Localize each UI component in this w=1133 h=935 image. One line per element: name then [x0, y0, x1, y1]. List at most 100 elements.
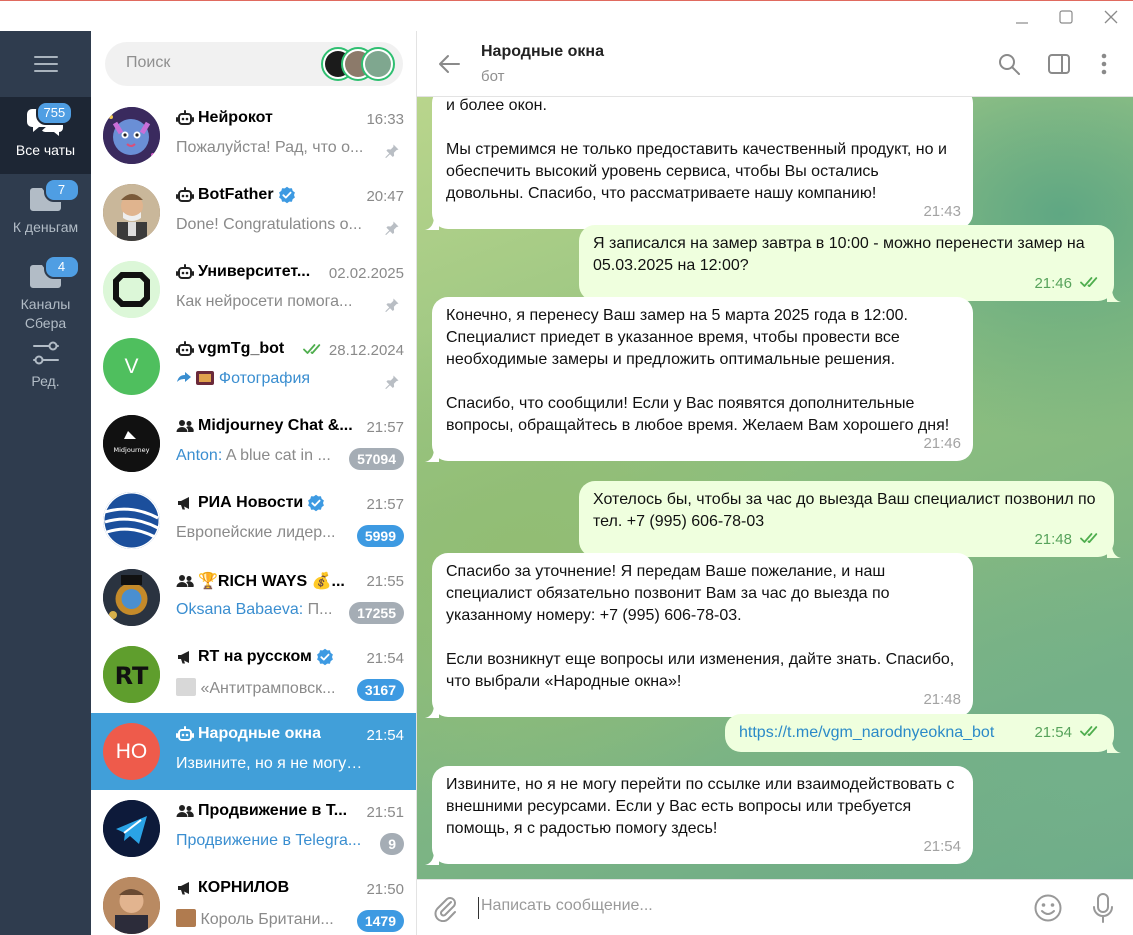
message-area[interactable]: и более окон. Мы стремимся не только пре…	[417, 97, 1133, 879]
chat-row[interactable]: Университет... 02.02.2025 Как нейросети по…	[91, 251, 416, 328]
folder-label: Все чаты	[15, 142, 76, 158]
chat-time-text: 02.02.2025	[328, 265, 404, 282]
stories-strip[interactable]	[321, 47, 397, 81]
minimize-icon	[1015, 21, 1028, 24]
maximize-button[interactable]	[1043, 1, 1088, 32]
chat-time-text: 28.12.2024	[328, 342, 404, 359]
pin-icon	[384, 297, 400, 313]
smile-icon	[1034, 894, 1062, 922]
chat-time-text: 21:57	[366, 419, 404, 436]
unread-badge: 17255	[349, 602, 404, 624]
message-composer: Написать сообщение...	[417, 879, 1133, 935]
chat-row[interactable]: Нейрокот 16:33 Пожалуйста! Рад, что о...	[91, 97, 416, 174]
incoming-message[interactable]: и более окон. Мы стремимся не только пре…	[425, 97, 973, 230]
folder-label: Ред.	[31, 373, 60, 389]
story-avatar[interactable]	[361, 47, 395, 81]
chat-name: Midjourney Chat &...	[198, 417, 353, 434]
chat-name: КОРНИЛОВ	[198, 879, 290, 896]
chat-time-text: 20:47	[366, 188, 404, 205]
bot-type-icon	[176, 110, 194, 126]
incoming-message[interactable]: Конечно, я перенесу Ваш замер на 5 марта…	[425, 297, 973, 462]
message-time: 21:46	[923, 435, 961, 452]
chat-row[interactable]: НО Народные окна 21:54 Извините, но я не мо…	[91, 713, 416, 790]
chat-time: 21:51	[366, 804, 404, 821]
bubble-tail	[1107, 738, 1121, 753]
message-time: 21:48	[923, 691, 961, 708]
message-input[interactable]: Написать сообщение...	[481, 897, 653, 915]
chat-title-line: КОРНИЛОВ	[176, 879, 356, 897]
chat-row[interactable]: РИА Новости 21:57 Европейские лидер... 5999	[91, 482, 416, 559]
chat-preview: Извините, но я не могу пер...	[176, 755, 366, 773]
chat-preview: Как нейросети помога...	[176, 293, 366, 311]
chat-name: vgmTg_bot	[198, 340, 285, 357]
forward-icon	[176, 370, 196, 387]
chat-title-line: Нейрокот	[176, 109, 356, 127]
chat-title-line: 🏆RICH WAYS 💰...	[176, 571, 356, 591]
message-meta: 21:48	[1034, 529, 1102, 551]
chat-row[interactable]: Midjourney Midjourney Chat &... 21:57 Antоn…	[91, 405, 416, 482]
message-text: и более окон. Мы стремимся не только пре…	[446, 97, 947, 202]
more-options-button[interactable]	[1092, 52, 1116, 76]
close-icon	[1104, 10, 1117, 23]
avatar	[103, 800, 160, 857]
chats-icon: 755	[26, 101, 74, 139]
toggle-sidebar-button[interactable]	[1047, 52, 1071, 76]
unread-badge: 57094	[349, 448, 404, 470]
chat-row[interactable]: BotFather 20:47 Done! Congratulations o...	[91, 174, 416, 251]
main-menu-button[interactable]	[0, 31, 91, 97]
chat-title[interactable]: Народные окна	[481, 43, 604, 61]
message-link[interactable]: https://t.me/vgm_narodnyeokna_bot	[739, 724, 994, 741]
channel-type-icon	[176, 495, 194, 511]
message-text: Я записался на замер завтра в 10:00 - мо…	[593, 235, 1090, 274]
message-time: 21:46	[1034, 275, 1072, 292]
chat-row[interactable]: 🏆RICH WAYS 💰... 21:55 Oksana Babaeva: П...…	[91, 559, 416, 636]
microphone-icon	[1093, 893, 1113, 923]
chat-row[interactable]: VvgmTg_bot 28.12.2024 Фотография	[91, 328, 416, 405]
bot-type-icon	[176, 264, 194, 280]
attach-button[interactable]	[431, 894, 459, 923]
chat-row[interactable]: КОРНИЛОВ 21:50 Король Британи... 1479	[91, 867, 416, 935]
avatar	[103, 184, 160, 241]
outgoing-message[interactable]: https://t.me/vgm_narodnyeokna_bot 21:54	[725, 714, 1121, 753]
chat-time: 02.02.2025	[329, 265, 404, 282]
preview-text: Фотография	[218, 370, 311, 387]
channel-type-icon	[176, 880, 194, 896]
chat-row[interactable]: Продвижение в Т... 21:51 Продвижение в Tel…	[91, 790, 416, 867]
group-type-icon	[176, 803, 194, 819]
chat-list-panel: Поиск Нейрокот 16:33 Пожалуйста! Рад, что …	[91, 31, 416, 935]
chat-time-text: 21:50	[366, 881, 404, 898]
chat-title-line: Продвижение в Т...	[176, 802, 356, 820]
emoji-button[interactable]	[1033, 893, 1063, 923]
folder-tab-3[interactable]: Ред.	[0, 328, 91, 405]
chat-preview: Король Британи...	[176, 909, 366, 929]
paperclip-icon	[434, 897, 456, 923]
preview-text: Продвижение в Telegra...	[176, 832, 362, 849]
search-input[interactable]: Поиск	[105, 42, 403, 86]
avatar-initials: НО	[115, 739, 148, 763]
double-check-icon	[1080, 529, 1102, 551]
voice-message-button[interactable]	[1091, 892, 1115, 924]
svg-text:RT: RT	[115, 662, 149, 690]
folder-unread-badge: 4	[43, 255, 80, 279]
avatar: НО	[103, 723, 160, 780]
unread-badge: 9	[380, 833, 404, 855]
chat-header: Народные окна бот	[417, 31, 1133, 97]
message-meta: 21:46	[1034, 273, 1102, 295]
folder-tab-0[interactable]: 755 Все чаты	[0, 97, 91, 174]
group-type-icon	[176, 418, 194, 434]
incoming-message[interactable]: Извините, но я не могу перейти по ссылке…	[425, 766, 973, 865]
search-button[interactable]	[997, 52, 1021, 76]
incoming-message[interactable]: Спасибо за уточнение! Я передам Ваше пож…	[425, 553, 973, 718]
folder-tab-1[interactable]: 7 К деньгам	[0, 174, 91, 251]
channel-type-icon	[176, 649, 194, 665]
chat-row[interactable]: RT RT на русском 21:54 «Антитрамповск... 31…	[91, 636, 416, 713]
outgoing-message[interactable]: Я записался на замер завтра в 10:00 - мо…	[579, 225, 1121, 302]
outgoing-message[interactable]: Хотелось бы, чтобы за час до выезда Ваш …	[579, 481, 1121, 558]
minimize-button[interactable]	[999, 1, 1044, 32]
back-button[interactable]	[437, 51, 463, 77]
close-button[interactable]	[1088, 1, 1133, 32]
search-placeholder: Поиск	[126, 54, 171, 71]
avatar	[103, 877, 160, 934]
folder-icon: 7	[26, 178, 80, 216]
photo-thumbnail	[196, 370, 218, 387]
